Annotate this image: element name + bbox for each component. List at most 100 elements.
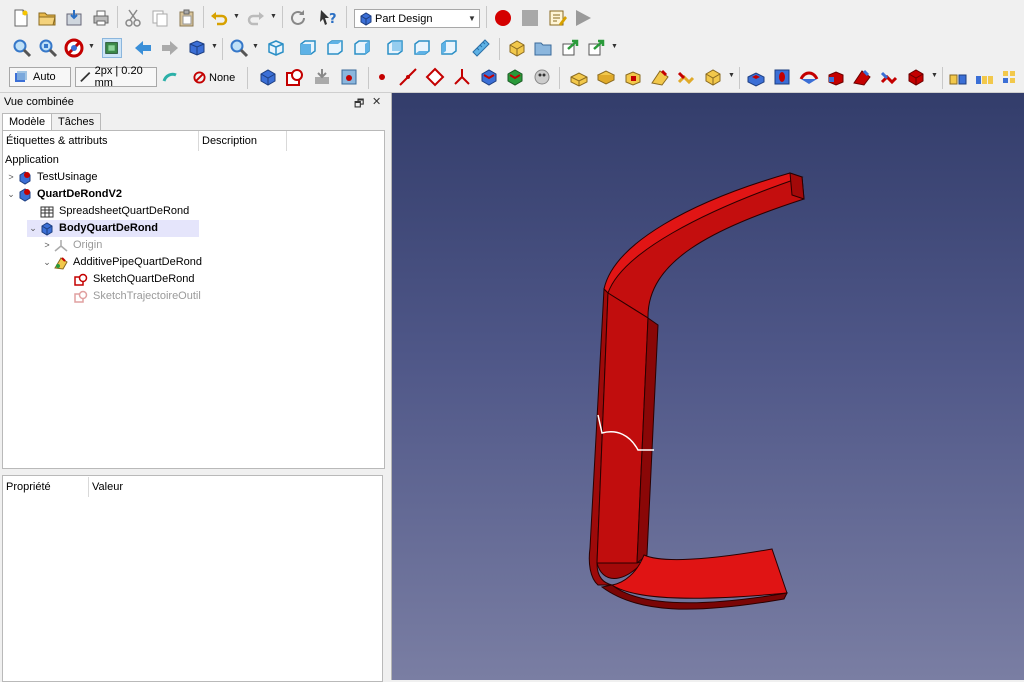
back-arrow-icon[interactable] bbox=[133, 38, 153, 58]
create-group-icon[interactable] bbox=[533, 38, 553, 58]
redo-icon[interactable] bbox=[246, 8, 266, 28]
fit-all-icon[interactable] bbox=[12, 38, 32, 58]
float-panel-icon[interactable]: 🗗 bbox=[354, 95, 364, 114]
subtractive-box-icon[interactable] bbox=[906, 67, 926, 87]
cut-icon[interactable] bbox=[123, 8, 143, 28]
run-macro-icon[interactable] bbox=[573, 8, 593, 28]
tree-item-sketchquartderond[interactable]: SketchQuartDeRond bbox=[61, 271, 195, 288]
view-bottom-icon[interactable] bbox=[412, 38, 432, 58]
record-macro-icon[interactable] bbox=[493, 8, 513, 28]
print-icon[interactable] bbox=[91, 8, 111, 28]
datum-point-icon[interactable] bbox=[372, 67, 392, 87]
tree-item-bodyquartderond[interactable]: ⌄ BodyQuartDeRond bbox=[27, 220, 199, 237]
datum-line-icon[interactable] bbox=[398, 67, 418, 87]
subtractive-helix-icon[interactable] bbox=[879, 67, 899, 87]
additive-pipe-icon[interactable] bbox=[650, 67, 670, 87]
view-front-icon[interactable] bbox=[298, 38, 318, 58]
save-icon[interactable] bbox=[64, 8, 84, 28]
link-line-icon[interactable] bbox=[160, 67, 180, 87]
create-sketch-icon[interactable] bbox=[285, 67, 305, 87]
hole-icon[interactable] bbox=[772, 67, 792, 87]
pad-icon[interactable] bbox=[569, 67, 589, 87]
open-folder-icon[interactable] bbox=[37, 8, 57, 28]
revolution-icon[interactable] bbox=[596, 67, 616, 87]
draw-style-icon[interactable] bbox=[64, 38, 84, 58]
body-icon[interactable] bbox=[258, 67, 278, 87]
tree-item-additivepipe[interactable]: ⌄ AdditivePipeQuartDeRond bbox=[41, 254, 202, 271]
expand-chevron-icon[interactable]: > bbox=[5, 169, 17, 186]
subtractive-pipe-icon[interactable] bbox=[852, 67, 872, 87]
new-document-icon[interactable] bbox=[11, 8, 31, 28]
tree-item-testusinage[interactable]: > TestUsinage bbox=[5, 169, 98, 186]
undo-icon[interactable] bbox=[209, 8, 229, 28]
additive-pipe-icon bbox=[53, 255, 69, 271]
validate-sketch-icon[interactable] bbox=[312, 67, 332, 87]
collapse-chevron-icon[interactable]: ⌄ bbox=[27, 220, 39, 237]
collapse-chevron-icon[interactable]: ⌄ bbox=[5, 186, 17, 203]
property-header-value[interactable]: Valeur bbox=[89, 477, 382, 497]
pocket-icon[interactable] bbox=[746, 67, 766, 87]
tab-model[interactable]: Modèle bbox=[2, 113, 53, 131]
fit-selection-icon[interactable] bbox=[38, 38, 58, 58]
additive-primitive-dropdown-icon[interactable]: ▼ bbox=[728, 72, 735, 79]
link-actions-icon[interactable] bbox=[586, 38, 606, 58]
additive-loft-icon[interactable] bbox=[623, 67, 643, 87]
view-right-icon[interactable] bbox=[352, 38, 372, 58]
view-top-icon[interactable] bbox=[325, 38, 345, 58]
paste-icon[interactable] bbox=[177, 8, 197, 28]
tree-header-labels[interactable]: Étiquettes & attributs bbox=[3, 131, 199, 151]
view-isometric-icon[interactable] bbox=[187, 38, 207, 58]
selection-filter-button[interactable]: None bbox=[193, 71, 235, 84]
subtractive-loft-icon[interactable] bbox=[826, 67, 846, 87]
quart-de-rond-model[interactable] bbox=[392, 93, 1024, 680]
expand-chevron-icon[interactable]: > bbox=[41, 237, 53, 254]
bounding-box-icon[interactable] bbox=[102, 38, 122, 58]
collapse-chevron-icon[interactable]: ⌄ bbox=[41, 254, 53, 271]
line-width-button[interactable]: 2px | 0.20 mm bbox=[75, 65, 157, 89]
draw-style-button[interactable]: Auto bbox=[9, 67, 71, 87]
zoom-icon[interactable] bbox=[229, 38, 249, 58]
tree-item-sketchtrajectoire[interactable]: SketchTrajectoireOutil bbox=[61, 288, 201, 305]
local-coordinate-system-icon[interactable] bbox=[452, 67, 472, 87]
link-dropdown-icon[interactable]: ▼ bbox=[611, 43, 618, 50]
zoom-dropdown-icon[interactable]: ▼ bbox=[252, 43, 259, 50]
copy-icon[interactable] bbox=[150, 8, 170, 28]
measure-icon[interactable] bbox=[471, 38, 491, 58]
view-rear-icon[interactable] bbox=[385, 38, 405, 58]
redo-dropdown-icon[interactable]: ▼ bbox=[270, 13, 277, 20]
undo-dropdown-icon[interactable]: ▼ bbox=[233, 13, 240, 20]
property-header-name[interactable]: Propriété bbox=[3, 477, 89, 497]
subshape-binder-icon[interactable] bbox=[505, 67, 525, 87]
additive-box-icon[interactable] bbox=[703, 67, 723, 87]
tree-header-description[interactable]: Description bbox=[199, 131, 287, 151]
view-axo-icon[interactable] bbox=[266, 38, 286, 58]
3d-viewport[interactable] bbox=[392, 93, 1024, 680]
draw-style-dropdown-icon[interactable]: ▼ bbox=[88, 43, 95, 50]
macro-editor-icon[interactable] bbox=[547, 8, 567, 28]
shape-binder-icon[interactable] bbox=[479, 67, 499, 87]
linear-pattern-icon[interactable] bbox=[975, 67, 995, 87]
view-left-icon[interactable] bbox=[439, 38, 459, 58]
stop-macro-icon[interactable] bbox=[520, 8, 540, 28]
create-link-icon[interactable] bbox=[560, 38, 580, 58]
create-part-icon[interactable] bbox=[507, 38, 527, 58]
forward-arrow-icon[interactable] bbox=[160, 38, 180, 58]
document-icon bbox=[17, 170, 33, 186]
groove-icon[interactable] bbox=[799, 67, 819, 87]
workbench-selector[interactable]: Part Design ▼ bbox=[354, 9, 480, 28]
additive-helix-icon[interactable] bbox=[676, 67, 696, 87]
refresh-icon[interactable] bbox=[288, 8, 308, 28]
close-panel-icon[interactable]: ✕ bbox=[372, 95, 381, 108]
polar-pattern-icon[interactable] bbox=[1002, 67, 1022, 87]
whats-this-icon[interactable]: ? bbox=[318, 8, 338, 28]
mirrored-icon[interactable] bbox=[948, 67, 968, 87]
map-sketch-icon[interactable] bbox=[339, 67, 359, 87]
view-menu-dropdown-icon[interactable]: ▼ bbox=[211, 43, 218, 50]
tab-tasks[interactable]: Tâches bbox=[51, 113, 102, 130]
tree-item-spreadsheet[interactable]: SpreadsheetQuartDeRond bbox=[27, 203, 189, 220]
tree-item-quartderondv2[interactable]: ⌄ QuartDeRondV2 bbox=[5, 186, 122, 203]
datum-plane-icon[interactable] bbox=[425, 67, 445, 87]
tree-item-origin[interactable]: > Origin bbox=[41, 237, 102, 254]
clone-icon[interactable] bbox=[532, 67, 552, 87]
subtractive-primitive-dropdown-icon[interactable]: ▼ bbox=[931, 72, 938, 79]
